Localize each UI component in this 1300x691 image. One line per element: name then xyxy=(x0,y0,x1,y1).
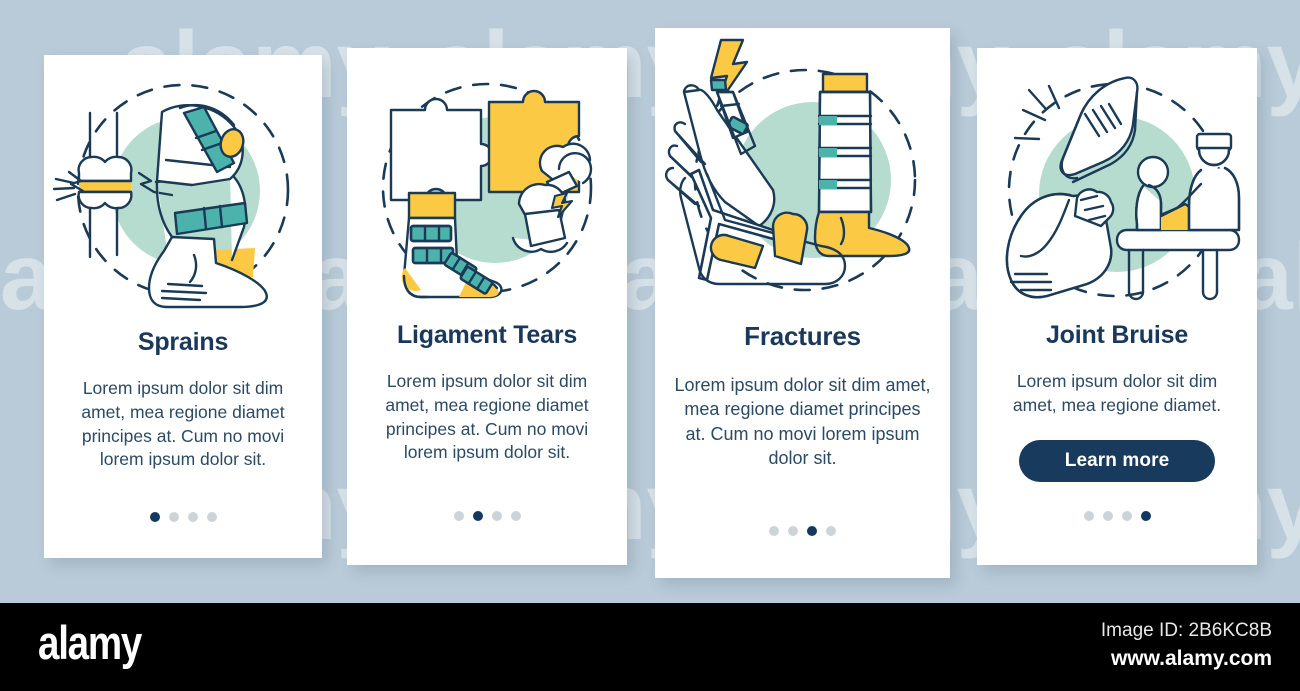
learn-more-button[interactable]: Learn more xyxy=(1019,439,1215,482)
card-title: Fractures xyxy=(744,321,861,351)
pagination-dot[interactable] xyxy=(1140,511,1151,521)
card-body-text: Lorem ipsum dolor sit dim amet, mea regi… xyxy=(385,371,589,463)
pagination-dot[interactable] xyxy=(807,526,817,536)
onboarding-card-fractures[interactable]: Fractures Lorem ipsum dolor sit dim amet… xyxy=(655,28,950,578)
pagination-dot[interactable] xyxy=(788,526,798,536)
onboarding-card-ligament-tears[interactable]: Ligament Tears Lorem ipsum dolor sit dim… xyxy=(347,48,627,565)
joint-bruise-illustration xyxy=(977,48,1257,315)
alamy-url-label: www.alamy.com xyxy=(1110,647,1272,670)
pagination-dot[interactable] xyxy=(510,511,521,521)
card-body-text: Lorem ipsum dolor sit dim amet, mea regi… xyxy=(1012,371,1222,415)
pagination-dot[interactable] xyxy=(826,526,836,536)
fractures-illustration xyxy=(655,28,950,313)
sprains-illustration xyxy=(44,55,322,322)
card-body-text: Lorem ipsum dolor sit dim amet, mea regi… xyxy=(674,375,931,469)
pagination-dots[interactable] xyxy=(769,526,836,536)
pagination-dot[interactable] xyxy=(472,511,483,521)
pagination-dot[interactable] xyxy=(149,512,160,522)
card-title: Joint Bruise xyxy=(1045,321,1189,349)
pagination-dot[interactable] xyxy=(453,511,464,521)
pagination-dot[interactable] xyxy=(491,511,502,521)
onboarding-card-joint-bruise[interactable]: Joint Bruise Lorem ipsum dolor sit dim a… xyxy=(977,48,1257,565)
alamy-watermark-bar: alamy Image ID: 2B6KC8B www.alamy.com xyxy=(0,603,1300,691)
pagination-dots[interactable] xyxy=(149,512,217,522)
card-body-text: Lorem ipsum dolor sit dim amet, mea regi… xyxy=(81,378,285,470)
alamy-logo: alamy xyxy=(38,616,142,669)
pagination-dots[interactable] xyxy=(453,511,521,521)
card-title: Ligament Tears xyxy=(396,321,578,349)
pagination-dots[interactable] xyxy=(1083,511,1151,521)
pagination-dot[interactable] xyxy=(168,512,179,522)
pagination-dot[interactable] xyxy=(1083,511,1094,521)
pagination-dot[interactable] xyxy=(206,512,217,522)
pagination-dot[interactable] xyxy=(1121,511,1132,521)
ligament-tears-illustration xyxy=(347,48,627,315)
card-title: Sprains xyxy=(137,328,229,356)
pagination-dot[interactable] xyxy=(187,512,198,522)
pagination-dot[interactable] xyxy=(769,526,779,536)
image-id-label: Image ID: 2B6KC8B xyxy=(1100,620,1272,641)
onboarding-card-sprains[interactable]: Sprains Lorem ipsum dolor sit dim amet, … xyxy=(44,55,322,558)
pagination-dot[interactable] xyxy=(1102,511,1113,521)
screenshot-root: alamyalamyalamyalamyalamyalamyalamyalamy… xyxy=(0,0,1300,691)
